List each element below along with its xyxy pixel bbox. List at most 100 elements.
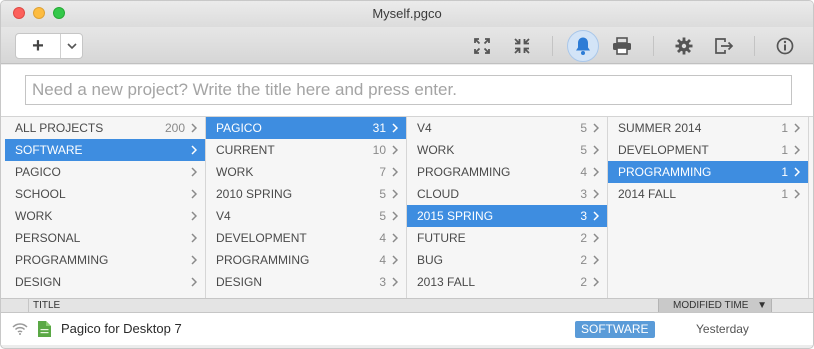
browser-item[interactable]: DESIGN	[5, 271, 205, 293]
logout-button[interactable]	[713, 35, 735, 57]
browser-item[interactable]: WORK 7	[206, 161, 406, 183]
document-icon	[38, 321, 51, 337]
sort-descending-icon: ▼	[757, 300, 767, 311]
new-project-input[interactable]	[25, 75, 792, 105]
chevron-right-icon	[591, 117, 601, 139]
browser-item-count: 200	[164, 121, 185, 135]
notifications-button[interactable]	[567, 30, 599, 62]
browser-item-count: 2	[580, 275, 587, 289]
browser-item-count: 5	[379, 209, 386, 223]
chevron-right-icon	[189, 227, 199, 249]
chevron-right-icon	[591, 183, 601, 205]
browser-item[interactable]: V4 5	[407, 117, 607, 139]
toolbar-divider	[653, 36, 654, 56]
browser-item[interactable]: 2015 SPRING 3	[407, 205, 607, 227]
browser-item[interactable]: SOFTWARE	[5, 139, 205, 161]
info-icon	[776, 37, 794, 55]
print-button[interactable]	[611, 35, 633, 57]
browser-item-count: 1	[781, 121, 788, 135]
printer-icon	[613, 37, 631, 55]
browser-item-label: PAGICO	[15, 165, 61, 179]
browser-item-label: DEVELOPMENT	[618, 143, 709, 157]
title-bar: Myself.pgco	[1, 1, 813, 27]
chevron-right-icon	[390, 227, 400, 249]
chevron-right-icon	[591, 227, 601, 249]
browser-item[interactable]: CLOUD 3	[407, 183, 607, 205]
browser-item[interactable]: 2013 FALL 2	[407, 271, 607, 293]
collapse-button[interactable]	[511, 35, 533, 57]
add-button-group: +	[15, 33, 83, 59]
minimize-window-button[interactable]	[33, 7, 45, 19]
add-menu-button[interactable]	[61, 34, 83, 58]
title-column-header[interactable]: TITLE	[28, 299, 60, 312]
browser-item[interactable]: 2014 FALL 1	[608, 183, 808, 205]
chevron-right-icon	[189, 139, 199, 161]
browser-column-subcategories: PAGICO 31 CURRENT 10 WORK 7 2010 SPRING 5 V4 5 DEV…	[206, 117, 407, 298]
settings-button[interactable]	[673, 35, 695, 57]
browser-item[interactable]: PERSONAL	[5, 227, 205, 249]
browser-item-label: BUG	[417, 253, 444, 267]
browser-item[interactable]: PROGRAMMING 1	[608, 161, 808, 183]
browser-item[interactable]: WORK	[5, 205, 205, 227]
browser-item[interactable]: V4 5	[206, 205, 406, 227]
collapse-icon	[514, 38, 530, 54]
browser-item-label: WORK	[417, 143, 455, 157]
browser-item-count: 1	[781, 143, 788, 157]
browser-item[interactable]: SUMMER 2014 1	[608, 117, 808, 139]
chevron-right-icon	[792, 139, 802, 161]
browser-item-count: 3	[580, 187, 587, 201]
chevron-right-icon	[390, 117, 400, 139]
browser-item-count: 1	[781, 165, 788, 179]
toolbar: +	[1, 27, 813, 64]
chevron-right-icon	[189, 183, 199, 205]
close-window-button[interactable]	[13, 7, 25, 19]
browser-item[interactable]: BUG 2	[407, 249, 607, 271]
browser-item-label: FUTURE	[417, 231, 466, 245]
browser-item-label: SOFTWARE	[15, 143, 83, 157]
browser-item-label: CLOUD	[417, 187, 460, 201]
chevron-right-icon	[591, 271, 601, 293]
browser-item-label: SUMMER 2014	[618, 121, 702, 135]
browser-item-label: SCHOOL	[15, 187, 66, 201]
chevron-right-icon	[591, 161, 601, 183]
browser-item[interactable]: PROGRAMMING	[5, 249, 205, 271]
browser-item-count: 2	[580, 231, 587, 245]
browser-item-count: 3	[379, 275, 386, 289]
browser-item[interactable]: 2010 SPRING 5	[206, 183, 406, 205]
browser-item[interactable]: DESIGN 3	[206, 271, 406, 293]
browser-column-categories: ALL PROJECTS 200 SOFTWARE PAGICO SCHOOL WORK P…	[5, 117, 206, 298]
table-row[interactable]: Pagico for Desktop 7 SOFTWARE Yesterday	[1, 313, 813, 345]
tag-badge[interactable]: SOFTWARE	[575, 321, 655, 338]
browser-item[interactable]: FUTURE 2	[407, 227, 607, 249]
toolbar-divider	[754, 36, 755, 56]
browser-item[interactable]: CURRENT 10	[206, 139, 406, 161]
browser-item[interactable]: SCHOOL	[5, 183, 205, 205]
browser-item-count: 3	[580, 209, 587, 223]
browser-item[interactable]: WORK 5	[407, 139, 607, 161]
browser-item-count: 5	[379, 187, 386, 201]
chevron-right-icon	[390, 139, 400, 161]
browser-item-count: 10	[372, 143, 386, 157]
browser-item-label: 2014 FALL	[618, 187, 677, 201]
browser-item-label: PROGRAMMING	[618, 165, 712, 179]
browser-item[interactable]: DEVELOPMENT 1	[608, 139, 808, 161]
chevron-down-icon	[67, 42, 77, 49]
browser-item[interactable]: PAGICO	[5, 161, 205, 183]
browser-item[interactable]: ALL PROJECTS 200	[5, 117, 205, 139]
browser-item[interactable]: PROGRAMMING 4	[407, 161, 607, 183]
chevron-right-icon	[189, 161, 199, 183]
browser-item-label: 2010 SPRING	[216, 187, 293, 201]
browser-item[interactable]: PAGICO 31	[206, 117, 406, 139]
browser-item[interactable]: DEVELOPMENT 4	[206, 227, 406, 249]
add-button[interactable]: +	[16, 34, 60, 58]
browser-item-label: WORK	[216, 165, 254, 179]
maximize-window-button[interactable]	[53, 7, 65, 19]
browser-item[interactable]: PROGRAMMING 4	[206, 249, 406, 271]
chevron-right-icon	[189, 271, 199, 293]
modified-column-header[interactable]: MODIFIED TIME ▼	[658, 299, 772, 312]
project-browser: ALL PROJECTS 200 SOFTWARE PAGICO SCHOOL WORK P…	[1, 117, 813, 298]
info-button[interactable]	[774, 35, 796, 57]
browser-column-subtags: SUMMER 2014 1 DEVELOPMENT 1 PROGRAMMING 1 2014…	[608, 117, 809, 298]
browser-item-label: PROGRAMMING	[216, 253, 310, 267]
expand-button[interactable]	[471, 35, 493, 57]
